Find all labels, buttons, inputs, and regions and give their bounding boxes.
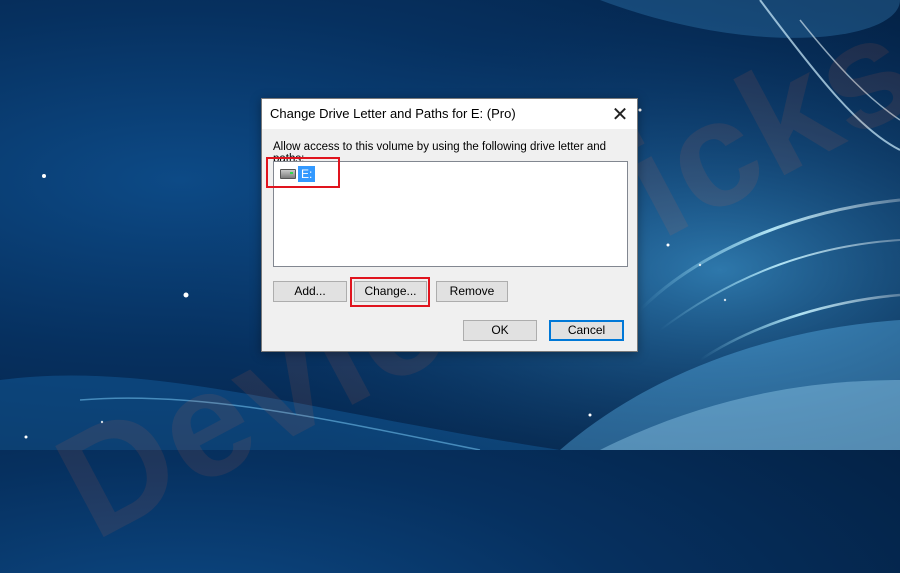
ok-button[interactable]: OK xyxy=(463,320,537,341)
cancel-button[interactable]: Cancel xyxy=(549,320,624,341)
change-drive-letter-dialog: Change Drive Letter and Paths for E: (Pr… xyxy=(261,98,638,352)
dialog-titlebar[interactable]: Change Drive Letter and Paths for E: (Pr… xyxy=(262,99,637,129)
close-icon: ✕ xyxy=(611,103,629,126)
close-button[interactable]: ✕ xyxy=(603,99,637,129)
dialog-title: Change Drive Letter and Paths for E: (Pr… xyxy=(270,106,516,121)
change-button-highlight-box xyxy=(350,277,430,307)
add-button[interactable]: Add... xyxy=(273,281,347,302)
remove-button[interactable]: Remove xyxy=(436,281,508,302)
drive-letter-highlight-box xyxy=(266,157,340,188)
